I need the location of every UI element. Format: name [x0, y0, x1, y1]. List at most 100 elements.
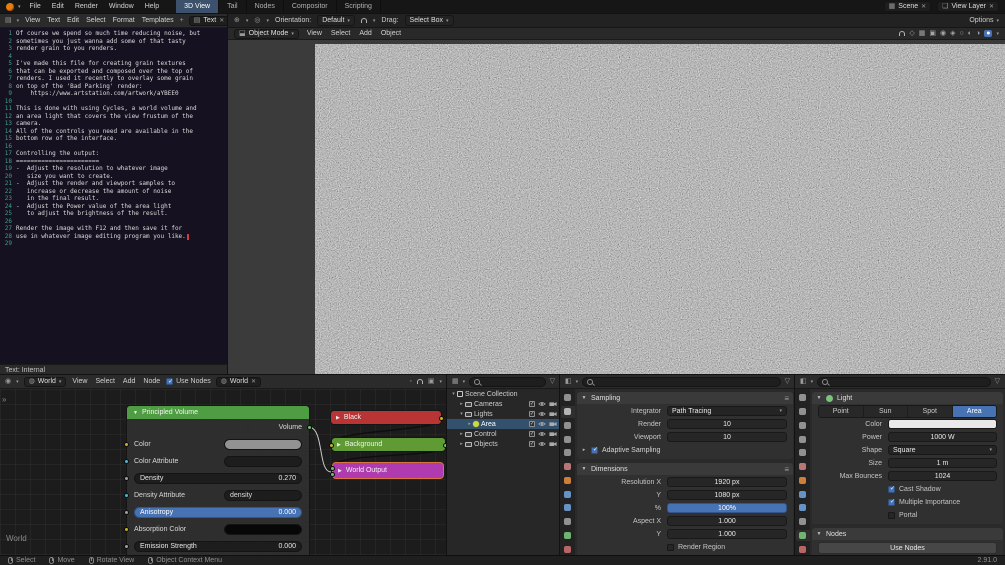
eye-icon[interactable] [538, 441, 546, 447]
filter-icon[interactable]: ▽ [785, 378, 790, 385]
active-tool-icon[interactable]: ⊕ [234, 17, 240, 24]
workspace-tab[interactable]: Compositor [284, 0, 337, 14]
properties-tab-object[interactable] [796, 475, 810, 487]
camera-toggle-icon[interactable] [549, 421, 557, 427]
blender-logo-icon[interactable] [6, 2, 14, 11]
camera-toggle-icon[interactable] [549, 411, 557, 417]
editor-type-icon[interactable]: ▤ [5, 17, 12, 24]
text-menu-text[interactable]: Text [46, 17, 61, 24]
adaptive-sampling-header[interactable]: ▸ Adaptive Sampling [581, 444, 789, 456]
eye-icon[interactable] [538, 421, 546, 427]
properties-search[interactable] [817, 376, 991, 387]
editor-type-icon[interactable]: ◧ [800, 378, 807, 385]
outliner-search[interactable] [469, 376, 546, 387]
properties-tab-render[interactable] [560, 405, 575, 418]
light-type-area[interactable]: Area [952, 405, 996, 417]
viewport-menu-add[interactable]: Add [358, 30, 372, 37]
workspace-tab[interactable]: Scripting [337, 0, 381, 14]
drag-dropdown[interactable]: Select Box ▾ [404, 15, 454, 26]
camera-toggle-icon[interactable] [549, 401, 557, 407]
proportional-edit-icon[interactable]: ◇ [909, 30, 914, 37]
disclosure-icon[interactable]: ▸ [458, 401, 465, 407]
disclosure-icon[interactable]: ▸ [458, 431, 465, 437]
text-datablock[interactable]: ▤ Text ✕ [188, 15, 228, 26]
node-menu-node[interactable]: Node [142, 378, 161, 385]
properties-tab-output[interactable] [561, 420, 575, 432]
light-size-field[interactable]: 1 m [888, 458, 997, 468]
text-menu-select[interactable]: Select [85, 17, 106, 24]
properties-tab-object-data[interactable] [795, 529, 810, 542]
properties-tab-physics[interactable] [561, 502, 575, 514]
transform-pivot-icon[interactable]: ◎ [254, 17, 260, 24]
viewport-menu-select[interactable]: Select [330, 30, 351, 37]
selectable-checkbox-icon[interactable]: ✓ [529, 441, 535, 447]
shading-wireframe-icon[interactable]: ○ [960, 30, 964, 37]
viewport-menu-object[interactable]: Object [380, 30, 402, 37]
editor-type-icon[interactable]: ◧ [565, 378, 572, 385]
workspace-tab[interactable]: 3D View [176, 0, 220, 14]
collapse-icon[interactable]: ▼ [133, 410, 138, 416]
properties-tab-scene[interactable] [561, 447, 575, 459]
properties-tab-view-layer[interactable] [796, 433, 810, 445]
resolution-y-field[interactable]: 1080 px [667, 490, 787, 500]
xray-icon[interactable]: ◈ [950, 30, 955, 37]
use-nodes-toggle[interactable]: Use Nodes [166, 378, 211, 385]
render-region-checkbox[interactable] [667, 543, 674, 551]
use-nodes-button[interactable]: Use Nodes [818, 542, 997, 554]
close-icon[interactable]: ✕ [251, 378, 256, 385]
properties-tab-modifiers[interactable] [796, 488, 810, 500]
disclosure-icon[interactable]: ▾ [458, 411, 465, 417]
portal-checkbox[interactable] [888, 511, 895, 519]
shading-material-icon[interactable]: ◑ [976, 30, 980, 37]
resolution-x-field[interactable]: 1920 px [667, 477, 787, 487]
view-layer-selector[interactable]: ❏ View Layer ✕ [937, 1, 999, 12]
properties-tab-constraints[interactable] [796, 516, 810, 528]
eye-icon[interactable] [538, 431, 546, 437]
text-menu-templates[interactable]: Templates [141, 17, 175, 24]
selectable-checkbox-icon[interactable]: ✓ [529, 421, 535, 427]
light-panel-header[interactable]: ▼ Light [812, 392, 1003, 404]
properties-tab-material[interactable] [796, 543, 810, 555]
presets-menu-icon[interactable]: ≡ [784, 394, 789, 403]
sampling-panel-header[interactable]: ▼ Sampling ≡ [577, 392, 793, 404]
mode-dropdown[interactable]: ⬓ Object Mode ▾ [234, 28, 299, 39]
dimensions-panel-header[interactable]: ▼ Dimensions ≡ [577, 463, 793, 475]
light-type-spot[interactable]: Spot [908, 405, 953, 417]
text-menu-edit[interactable]: Edit [66, 17, 80, 24]
selectable-checkbox-icon[interactable]: ✓ [529, 431, 535, 437]
camera-toggle-icon[interactable] [549, 431, 557, 437]
shading-solid-icon[interactable]: ◐ [968, 30, 972, 37]
disclosure-icon[interactable]: ▸ [466, 421, 473, 427]
topbar-menu-render[interactable]: Render [74, 3, 99, 10]
properties-tab-modifiers[interactable] [561, 488, 575, 500]
world-datablock[interactable]: ◍ World ✕ [215, 376, 262, 387]
input-socket[interactable] [124, 476, 129, 481]
properties-tab-view-layer[interactable] [561, 433, 575, 445]
presets-menu-icon[interactable]: ≡ [784, 465, 789, 474]
integrator-dropdown[interactable]: Path Tracing ▾ [667, 406, 787, 416]
pin-icon[interactable]: ◦ [409, 378, 411, 385]
options-menu[interactable]: Options ▾ [969, 17, 999, 24]
world-output-node[interactable]: ▶ World Output [330, 462, 444, 479]
node-menu-select[interactable]: Select [94, 378, 115, 385]
light-type-sun[interactable]: Sun [863, 405, 908, 417]
light-shape-dropdown[interactable]: Square ▾ [888, 445, 997, 455]
filter-icon[interactable]: ▽ [995, 378, 1000, 385]
properties-tab-world[interactable] [796, 461, 810, 473]
adaptive-sampling-checkbox[interactable] [591, 446, 598, 454]
properties-tab-output[interactable] [796, 420, 810, 432]
node-text-field[interactable]: density [224, 490, 302, 501]
input-socket[interactable] [124, 510, 129, 515]
node-text-field[interactable] [224, 456, 302, 467]
nodes-panel-header[interactable]: ▼ Nodes [812, 528, 1003, 540]
properties-tab-material[interactable] [561, 543, 575, 555]
max-bounces-field[interactable]: 1024 [888, 471, 997, 481]
cast-shadow-checkbox[interactable] [888, 485, 895, 493]
resolution-percent-slider[interactable]: 100% [667, 503, 787, 513]
background-node[interactable]: ▶ Background [329, 437, 447, 452]
outliner-row[interactable]: ▸ Area ✓ [447, 419, 560, 429]
shading-rendered-icon[interactable]: ● [984, 30, 993, 37]
use-nodes-checkbox[interactable] [166, 378, 173, 385]
properties-search[interactable] [582, 376, 781, 387]
shader-type-dropdown[interactable]: ◍ World ▾ [23, 376, 67, 387]
